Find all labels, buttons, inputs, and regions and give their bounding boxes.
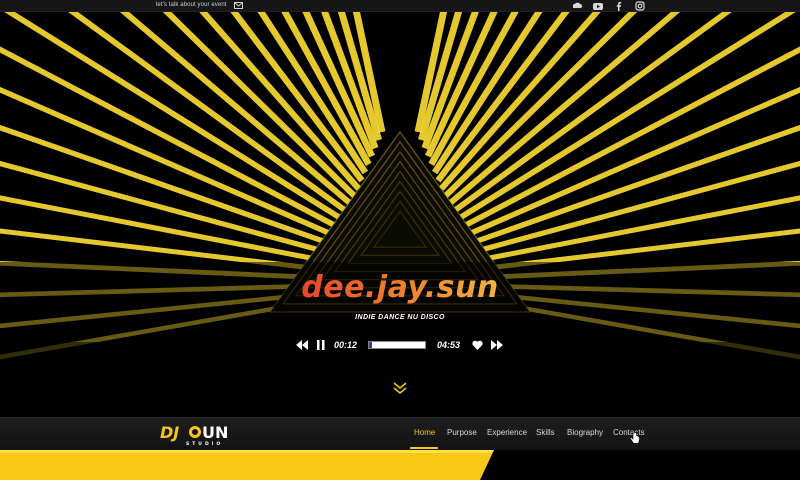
nav-experience[interactable]: Experience (487, 428, 527, 437)
svg-text:DJ: DJ (160, 423, 179, 442)
heart-icon[interactable] (472, 340, 483, 350)
yellow-banner-shape (0, 450, 494, 480)
neon-tunnel-background (0, 12, 800, 417)
progress-fill (369, 342, 372, 348)
rewind-icon[interactable] (296, 340, 308, 350)
contact-tagline[interactable]: let's talk about your event (156, 2, 227, 8)
active-nav-indicator (410, 447, 438, 449)
top-bar: let's talk about your event (0, 0, 800, 12)
dj-sun-logo[interactable]: DJ UN STUDIO (160, 422, 232, 446)
nav-purpose[interactable]: Purpose (447, 428, 477, 437)
pause-icon[interactable] (317, 340, 325, 350)
elapsed-time: 00:12 (334, 340, 358, 350)
hand-cursor-icon (630, 432, 640, 444)
facebook-icon[interactable] (614, 1, 624, 11)
genre-tagline: INDIE DANCE NU DISCO (355, 314, 445, 321)
mail-icon[interactable] (234, 2, 243, 9)
main-navbar (0, 417, 800, 450)
dj-brand-title: dee.jay.sun (301, 270, 499, 305)
hero-section: dee.jay.sun INDIE DANCE NU DISCO 00:12 0… (0, 12, 800, 417)
youtube-icon[interactable] (593, 1, 603, 11)
svg-text:UN: UN (202, 423, 228, 442)
audio-player: 00:12 04:53 (296, 338, 506, 354)
nav-biography[interactable]: Biography (567, 428, 603, 437)
svg-text:STUDIO: STUDIO (186, 441, 223, 446)
fast-forward-icon[interactable] (491, 340, 503, 350)
nav-home[interactable]: Home (414, 428, 435, 437)
scroll-down-chevron-icon[interactable] (392, 380, 408, 396)
progress-bar[interactable] (368, 341, 426, 349)
nav-skills[interactable]: Skills (536, 428, 555, 437)
instagram-icon[interactable] (635, 1, 645, 11)
soundcloud-icon[interactable] (572, 1, 582, 11)
duration-time: 04:53 (437, 340, 461, 350)
section-bottom-strip (0, 450, 800, 480)
page: let's talk about your event dee.jay.sun … (0, 0, 800, 480)
